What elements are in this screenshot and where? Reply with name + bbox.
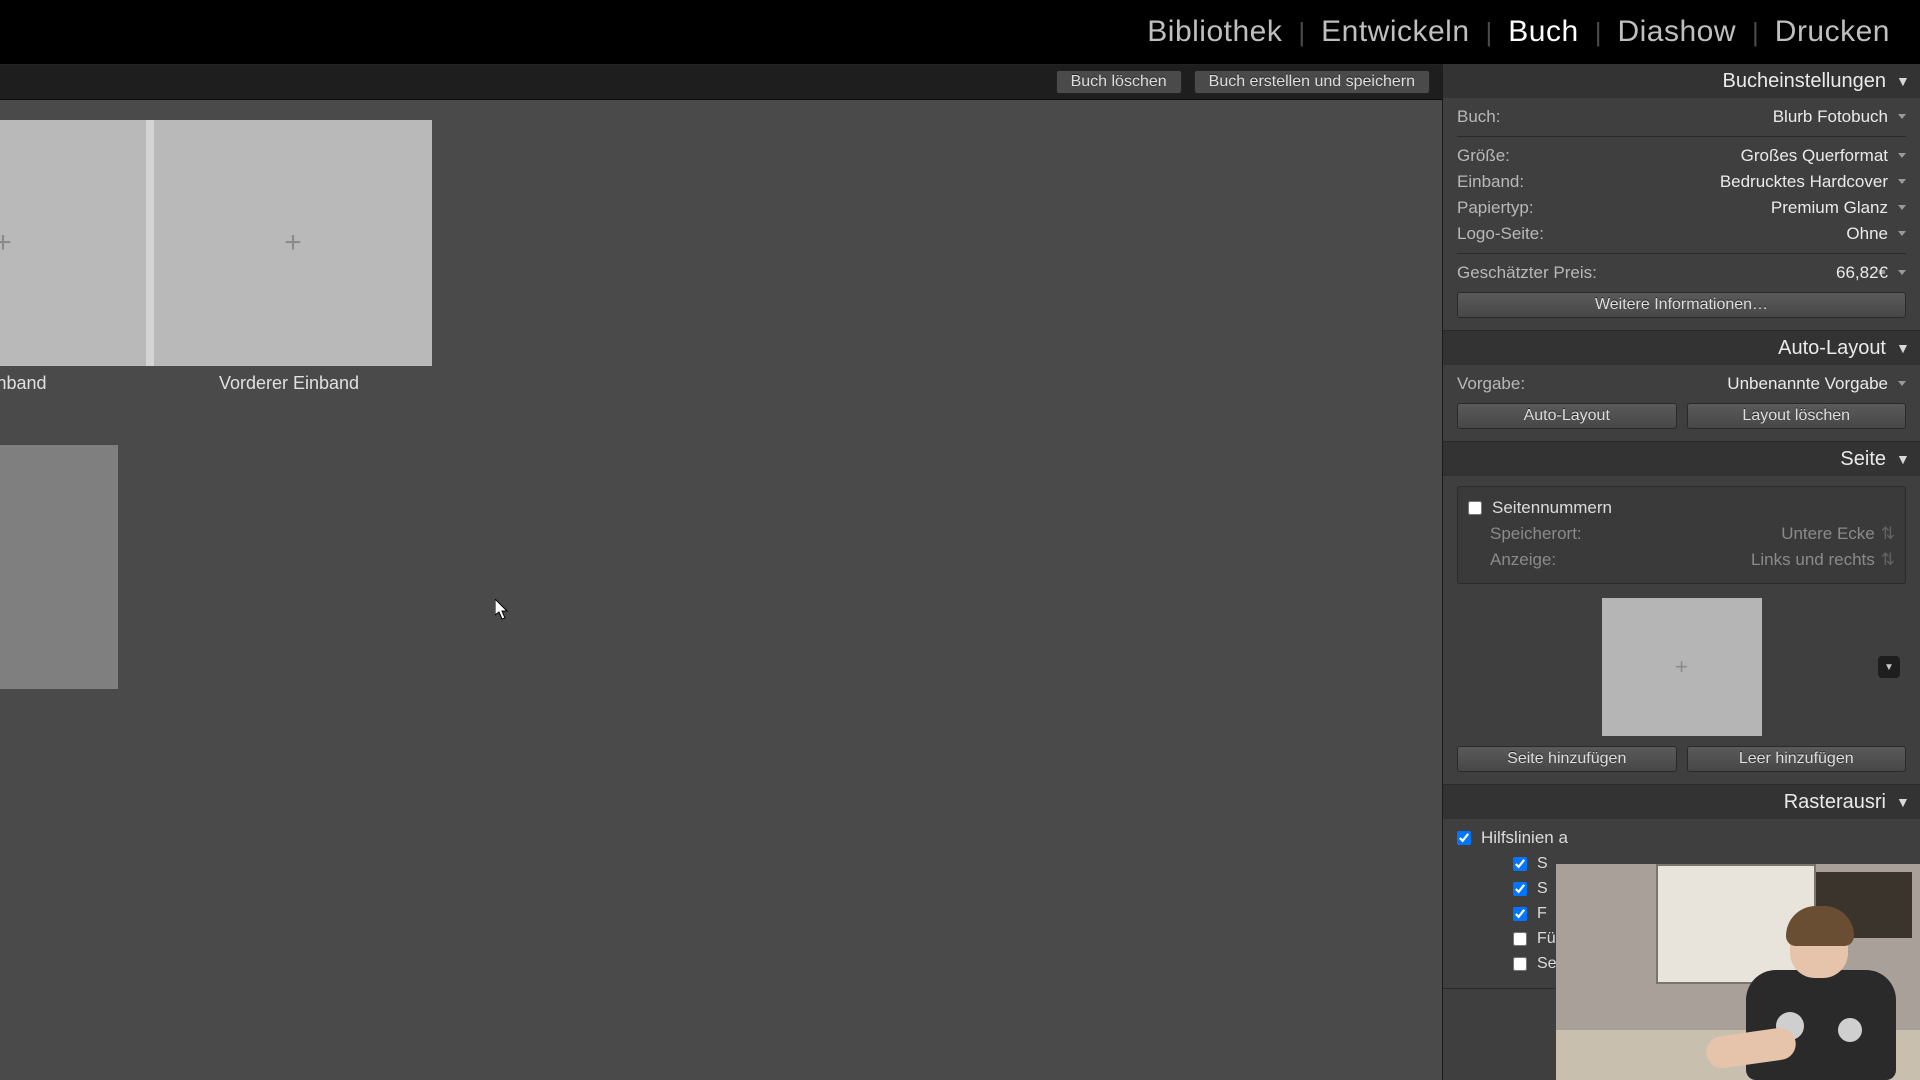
divider: | <box>1748 17 1763 48</box>
book-type-label: Buch: <box>1457 107 1500 127</box>
cover-dropdown[interactable]: Bedrucktes Hardcover <box>1720 172 1906 192</box>
divider: | <box>1482 17 1497 48</box>
page-display-label: Anzeige: <box>1490 550 1556 570</box>
preset-dropdown[interactable]: Unbenannte Vorgabe <box>1727 374 1906 394</box>
create-book-button[interactable]: Buch erstellen und speichern <box>1194 70 1430 94</box>
panel-header-guides[interactable]: Rasterausri <box>1443 785 1920 819</box>
price-value[interactable]: 66,82€ <box>1836 263 1906 283</box>
mouse-cursor-icon <box>495 599 511 621</box>
page-number-group: Seitennummern Speicherort: Untere Ecke ⇅… <box>1457 486 1906 584</box>
page-numbers-checkbox[interactable]: Seitennummern <box>1468 495 1895 521</box>
module-picker: Bibliothek | Entwickeln | Buch | Diashow… <box>0 0 1920 64</box>
module-library[interactable]: Bibliothek <box>1141 15 1288 49</box>
page-display-dropdown[interactable]: Links und rechts ⇅ <box>1751 550 1895 570</box>
panel-book-settings: Bucheinstellungen Buch: Blurb Fotobuch G… <box>1443 64 1920 331</box>
panel-header-auto-layout[interactable]: Auto-Layout <box>1443 331 1920 365</box>
front-cover-page[interactable] <box>154 120 432 366</box>
book-spine[interactable] <box>146 120 154 366</box>
panel-title: Bucheinstellungen <box>1723 70 1886 93</box>
divider <box>1457 136 1906 137</box>
page-location-dropdown[interactable]: Untere Ecke ⇅ <box>1781 524 1895 544</box>
divider: | <box>1294 17 1309 48</box>
page-template-thumb[interactable] <box>1602 598 1762 736</box>
guides-enable-checkbox[interactable]: Hilfslinien a <box>1457 825 1906 851</box>
size-label: Größe: <box>1457 146 1510 166</box>
guides-enable-input[interactable] <box>1457 831 1471 845</box>
collapse-icon[interactable] <box>1896 795 1910 809</box>
page-numbers-label: Seitennummern <box>1492 498 1612 518</box>
book-action-bar: Buch löschen Buch erstellen und speicher… <box>0 65 1442 100</box>
front-cover-label: Vorderer Einband <box>146 373 432 394</box>
book-canvas[interactable]: Buch löschen Buch erstellen und speicher… <box>0 64 1442 1080</box>
cover-labels: er Einband Vorderer Einband <box>0 373 432 394</box>
divider: | <box>1591 17 1606 48</box>
inner-page-1[interactable] <box>0 445 118 689</box>
clear-layout-button[interactable]: Layout löschen <box>1687 403 1907 429</box>
page-template-preview[interactable] <box>1457 598 1906 736</box>
page-numbers-input[interactable] <box>1468 501 1482 515</box>
more-info-button[interactable]: Weitere Informationen… <box>1457 292 1906 318</box>
panel-header-page[interactable]: Seite <box>1443 442 1920 476</box>
back-cover-page[interactable] <box>0 120 146 366</box>
book-type-dropdown[interactable]: Blurb Fotobuch <box>1773 107 1906 127</box>
logo-dropdown[interactable]: Ohne <box>1846 224 1906 244</box>
collapse-icon[interactable] <box>1896 452 1910 466</box>
panel-header-book-settings[interactable]: Bucheinstellungen <box>1443 64 1920 98</box>
template-menu-icon[interactable] <box>1878 656 1900 678</box>
panel-title: Rasterausri <box>1784 791 1886 814</box>
collapse-icon[interactable] <box>1896 341 1910 355</box>
clear-book-button[interactable]: Buch löschen <box>1056 70 1182 94</box>
panel-title: Auto-Layout <box>1778 337 1886 360</box>
panel-title: Seite <box>1840 448 1886 471</box>
add-page-button[interactable]: Seite hinzufügen <box>1457 746 1677 772</box>
module-print[interactable]: Drucken <box>1769 15 1896 49</box>
auto-layout-button[interactable]: Auto-Layout <box>1457 403 1677 429</box>
logo-label: Logo-Seite: <box>1457 224 1544 244</box>
module-book[interactable]: Buch <box>1502 15 1584 49</box>
webcam-overlay <box>1556 864 1920 1080</box>
paper-dropdown[interactable]: Premium Glanz <box>1771 198 1906 218</box>
cover-label: Einband: <box>1457 172 1524 192</box>
panel-page: Seite Seitennummern Speicherort: Untere … <box>1443 442 1920 785</box>
panel-auto-layout: Auto-Layout Vorgabe: Unbenannte Vorgabe … <box>1443 331 1920 442</box>
page-location-label: Speicherort: <box>1490 524 1582 544</box>
module-develop[interactable]: Entwickeln <box>1315 15 1475 49</box>
guides-enable-label: Hilfslinien a <box>1481 828 1568 848</box>
module-slideshow[interactable]: Diashow <box>1611 15 1742 49</box>
price-label: Geschätzter Preis: <box>1457 263 1597 283</box>
paper-label: Papiertyp: <box>1457 198 1534 218</box>
preset-label: Vorgabe: <box>1457 374 1525 394</box>
cover-spread[interactable] <box>0 120 432 366</box>
divider <box>1457 253 1906 254</box>
collapse-icon[interactable] <box>1896 74 1910 88</box>
back-cover-label: er Einband <box>0 373 146 394</box>
add-blank-button[interactable]: Leer hinzufügen <box>1687 746 1907 772</box>
size-dropdown[interactable]: Großes Querformat <box>1741 146 1906 166</box>
